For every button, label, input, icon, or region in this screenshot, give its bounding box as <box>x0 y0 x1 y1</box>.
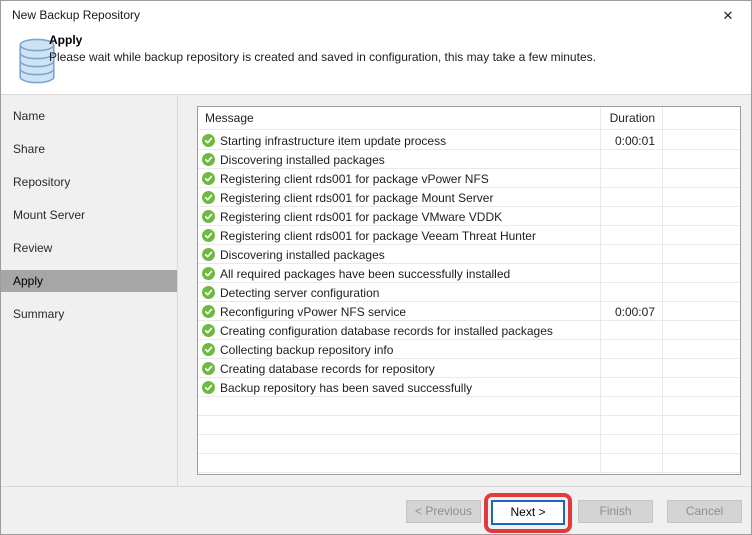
finish-button[interactable]: Finish <box>578 500 653 523</box>
success-check-icon <box>202 324 215 337</box>
success-check-icon <box>202 153 215 166</box>
footer-divider <box>1 486 751 487</box>
message-text: Creating database records for repository <box>220 362 435 376</box>
message-text: Discovering installed packages <box>220 248 385 262</box>
step-description: Please wait while backup repository is c… <box>49 50 596 64</box>
table-body: Starting infrastructure item update proc… <box>198 131 740 474</box>
message-text: Registering client rds001 for package vP… <box>220 172 489 186</box>
sidebar-item-apply[interactable]: Apply <box>1 270 177 292</box>
sidebar: Name Share Repository Mount Server Review App… <box>1 95 178 486</box>
window-title: New Backup Repository <box>12 8 140 22</box>
table-header: Message Duration <box>198 107 740 130</box>
previous-button[interactable]: < Previous <box>406 500 481 523</box>
success-check-icon <box>202 191 215 204</box>
table-row: Registering client rds001 for package VM… <box>198 207 740 226</box>
success-check-icon <box>202 267 215 280</box>
table-row: Registering client rds001 for package Ve… <box>198 226 740 245</box>
success-check-icon <box>202 305 215 318</box>
new-backup-repository-dialog: New Backup Repository ✕ Apply Please wai… <box>0 0 752 535</box>
wizard-header-banner: Apply Please wait while backup repositor… <box>1 29 751 95</box>
table-row: Registering client rds001 for package vP… <box>198 169 740 188</box>
sidebar-item-name[interactable]: Name <box>1 105 177 127</box>
sidebar-item-mount-server[interactable]: Mount Server <box>1 204 177 226</box>
message-text: Backup repository has been saved success… <box>220 381 472 395</box>
sidebar-item-share[interactable]: Share <box>1 138 177 160</box>
message-text: All required packages have been successf… <box>220 267 510 281</box>
progress-table: Message Duration Starting infrastructure… <box>197 106 741 475</box>
table-row: Starting infrastructure item update proc… <box>198 131 740 150</box>
success-check-icon <box>202 172 215 185</box>
table-row: Discovering installed packages <box>198 245 740 264</box>
message-text: Discovering installed packages <box>220 153 385 167</box>
success-check-icon <box>202 381 215 394</box>
sidebar-item-summary[interactable]: Summary <box>1 303 177 325</box>
duration-value: 0:00:01 <box>600 134 662 148</box>
message-text: Registering client rds001 for package Ve… <box>220 229 536 243</box>
column-header-message: Message <box>205 111 254 125</box>
duration-value: 0:00:07 <box>600 305 662 319</box>
table-row: All required packages have been successf… <box>198 264 740 283</box>
table-row: Creating database records for repository <box>198 359 740 378</box>
message-text: Collecting backup repository info <box>220 343 393 357</box>
close-icon[interactable]: ✕ <box>719 7 737 25</box>
message-text: Registering client rds001 for package Mo… <box>220 191 493 205</box>
table-row: Backup repository has been saved success… <box>198 378 740 397</box>
sidebar-item-repository[interactable]: Repository <box>1 171 177 193</box>
next-button[interactable]: Next > <box>491 500 565 525</box>
message-text: Starting infrastructure item update proc… <box>220 134 446 148</box>
success-check-icon <box>202 229 215 242</box>
titlebar: New Backup Repository ✕ <box>1 1 751 29</box>
success-check-icon <box>202 248 215 261</box>
table-row: Reconfiguring vPower NFS service 0:00:07 <box>198 302 740 321</box>
table-row: Registering client rds001 for package Mo… <box>198 188 740 207</box>
success-check-icon <box>202 134 215 147</box>
cancel-button[interactable]: Cancel <box>667 500 742 523</box>
message-text: Registering client rds001 for package VM… <box>220 210 502 224</box>
message-text: Reconfiguring vPower NFS service <box>220 305 406 319</box>
table-row: Creating configuration database records … <box>198 321 740 340</box>
message-text: Creating configuration database records … <box>220 324 553 338</box>
table-row: Detecting server configuration <box>198 283 740 302</box>
message-text: Detecting server configuration <box>220 286 379 300</box>
success-check-icon <box>202 210 215 223</box>
column-header-duration: Duration <box>600 111 655 125</box>
sidebar-item-review[interactable]: Review <box>1 237 177 259</box>
success-check-icon <box>202 343 215 356</box>
table-row: Discovering installed packages <box>198 150 740 169</box>
step-title: Apply <box>49 33 82 47</box>
table-row: Collecting backup repository info <box>198 340 740 359</box>
success-check-icon <box>202 362 215 375</box>
success-check-icon <box>202 286 215 299</box>
